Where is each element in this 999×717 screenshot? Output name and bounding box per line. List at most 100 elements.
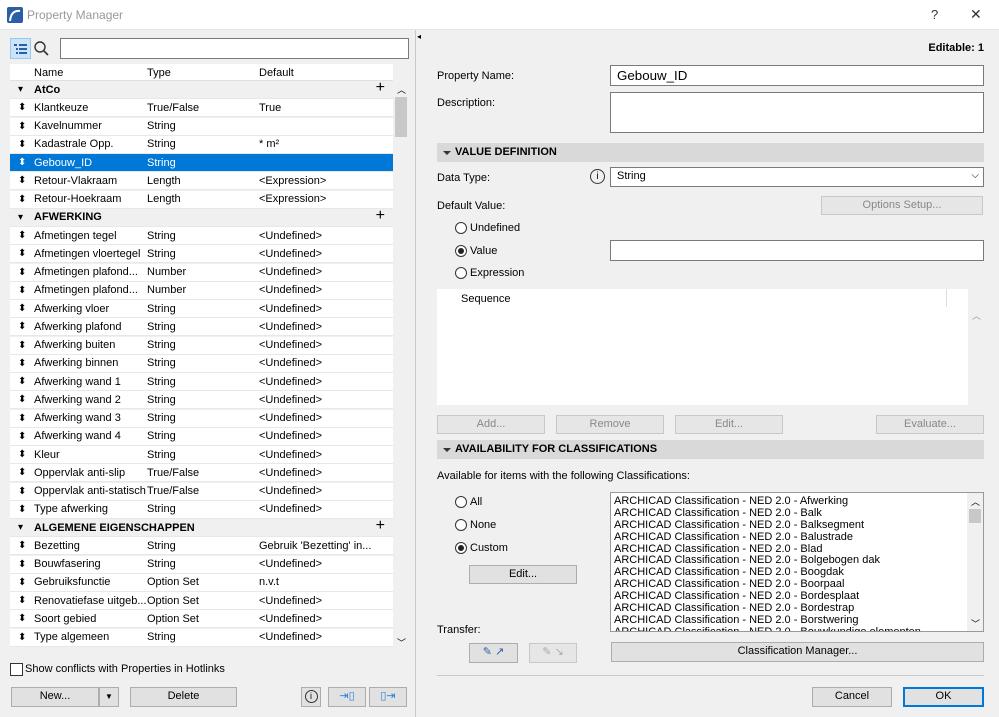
- import-button[interactable]: ⇥▯: [328, 687, 366, 707]
- drag-handle-icon[interactable]: ⬍: [18, 157, 30, 168]
- classification-manager-button[interactable]: Classification Manager...: [611, 642, 984, 662]
- property-row[interactable]: ⬍ Bouwfasering String <Undefined>: [10, 555, 393, 574]
- classification-item[interactable]: ARCHICAD Classification - NED 2.0 - Boog…: [614, 566, 921, 578]
- classification-item[interactable]: ARCHICAD Classification - NED 2.0 - Balk…: [614, 519, 921, 531]
- description-textarea[interactable]: [610, 92, 984, 133]
- property-row[interactable]: ⬍ Afwerking plafond String <Undefined>: [10, 318, 393, 337]
- scroll-thumb[interactable]: [969, 509, 981, 523]
- ok-button[interactable]: OK: [903, 687, 984, 707]
- sequence-scrollbar[interactable]: ︿: [968, 289, 984, 405]
- column-header-type[interactable]: Type: [147, 67, 171, 79]
- drag-handle-icon[interactable]: ⬍: [18, 175, 30, 186]
- property-row[interactable]: ⬍ Type algemeen String <Undefined>: [10, 628, 393, 647]
- property-row[interactable]: ⬍ Kleur String <Undefined>: [10, 446, 393, 464]
- edit-classifications-button[interactable]: Edit...: [469, 565, 577, 584]
- close-button[interactable]: ✕: [970, 6, 982, 23]
- panel-divider[interactable]: [415, 30, 416, 717]
- search-icon[interactable]: [33, 40, 49, 56]
- classification-item[interactable]: ARCHICAD Classification - NED 2.0 - Boor…: [614, 578, 921, 590]
- new-button[interactable]: New...: [11, 687, 99, 707]
- add-property-icon[interactable]: +: [376, 207, 385, 225]
- delete-button[interactable]: Delete: [130, 687, 237, 707]
- property-row[interactable]: ⬍ Retour-Hoekraam Length <Expression>: [10, 190, 393, 209]
- radio-custom[interactable]: Custom: [455, 542, 508, 554]
- property-row[interactable]: ⬍ Gebouw_ID String: [10, 154, 393, 172]
- list-scrollbar[interactable]: ︿ ﹀: [393, 81, 409, 650]
- drag-handle-icon[interactable]: ⬍: [18, 121, 30, 132]
- property-row[interactable]: ⬍ Afwerking buiten String <Undefined>: [10, 336, 393, 355]
- property-row[interactable]: ⬍ Type afwerking String <Undefined>: [10, 500, 393, 519]
- group-row[interactable]: ▾ AtCo +: [10, 79, 393, 99]
- column-header-default[interactable]: Default: [259, 67, 294, 79]
- classification-item[interactable]: ARCHICAD Classification - NED 2.0 - Bors…: [614, 614, 921, 626]
- drag-handle-icon[interactable]: ⬍: [18, 394, 30, 405]
- property-row[interactable]: ⬍ Afmetingen vloertegel String <Undefined>: [10, 245, 393, 264]
- collapse-triangle-icon[interactable]: ▾: [18, 84, 30, 95]
- drag-handle-icon[interactable]: ⬍: [18, 267, 30, 278]
- drag-handle-icon[interactable]: ⬍: [18, 376, 30, 387]
- property-row[interactable]: ⬍ Afmetingen plafond... Number <Undefined>: [10, 263, 393, 282]
- group-row[interactable]: ▾ AFWERKING +: [10, 207, 393, 227]
- drag-handle-icon[interactable]: ⬍: [18, 559, 30, 570]
- radio-all[interactable]: All: [455, 496, 482, 508]
- property-row[interactable]: ⬍ Afwerking binnen String <Undefined>: [10, 354, 393, 373]
- property-row[interactable]: ⬍ Afwerking wand 2 String <Undefined>: [10, 391, 393, 410]
- info-button[interactable]: i: [301, 687, 321, 707]
- drag-handle-icon[interactable]: ⬍: [18, 449, 30, 460]
- drag-handle-icon[interactable]: ⬍: [18, 632, 30, 643]
- drag-handle-icon[interactable]: ⬍: [18, 431, 30, 442]
- sequence-list[interactable]: Sequence ︿: [437, 289, 984, 405]
- property-row[interactable]: ⬍ Gebruiksfunctie Option Set n.v.t: [10, 573, 393, 592]
- property-name-input[interactable]: [610, 65, 984, 86]
- classifications-scrollbar[interactable]: ︿ ﹀: [967, 493, 983, 631]
- property-row[interactable]: ⬍ Oppervlak anti-statisch True/False <Undef…: [10, 482, 393, 501]
- drag-handle-icon[interactable]: ⬍: [18, 285, 30, 296]
- classification-item[interactable]: ARCHICAD Classification - NED 2.0 - Bouw…: [614, 626, 921, 631]
- info-icon[interactable]: i: [590, 169, 605, 184]
- show-conflicts-checkbox[interactable]: [10, 663, 23, 676]
- drag-handle-icon[interactable]: ⬍: [18, 340, 30, 351]
- property-row[interactable]: ⬍ Afwerking wand 4 String <Undefined>: [10, 427, 393, 446]
- property-row[interactable]: ⬍ Kadastrale Opp. String * m²: [10, 135, 393, 154]
- drag-handle-icon[interactable]: ⬍: [18, 613, 30, 624]
- search-input[interactable]: [60, 38, 409, 59]
- property-row[interactable]: ⬍ Afmetingen tegel String <Undefined>: [10, 227, 393, 245]
- classification-item[interactable]: ARCHICAD Classification - NED 2.0 - Bolg…: [614, 554, 921, 567]
- collapse-arrow-icon[interactable]: ◂: [417, 32, 421, 41]
- availability-section[interactable]: AVAILABILITY FOR CLASSIFICATIONS: [437, 440, 984, 459]
- add-button[interactable]: Add...: [437, 415, 545, 434]
- classification-item[interactable]: ARCHICAD Classification - NED 2.0 - Balu…: [614, 531, 921, 543]
- cancel-button[interactable]: Cancel: [812, 687, 892, 707]
- classification-item[interactable]: ARCHICAD Classification - NED 2.0 - Bord…: [614, 590, 921, 602]
- property-row[interactable]: ⬍ Kavelnummer String: [10, 117, 393, 136]
- group-row[interactable]: ▾ ALGEMENE EIGENSCHAPPEN +: [10, 517, 393, 537]
- transfer-inject-button[interactable]: ✎ ↘: [529, 643, 577, 663]
- drag-handle-icon[interactable]: ⬍: [18, 321, 30, 332]
- drag-handle-icon[interactable]: ⬍: [18, 102, 30, 113]
- evaluate-button[interactable]: Evaluate...: [876, 415, 984, 434]
- property-row[interactable]: ⬍ Afwerking wand 1 String <Undefined>: [10, 373, 393, 391]
- property-row[interactable]: ⬍ Klantkeuze True/False True: [10, 99, 393, 118]
- property-row[interactable]: ⬍ Soort gebied Option Set <Undefined>: [10, 610, 393, 629]
- help-button[interactable]: ?: [931, 7, 938, 22]
- data-type-select[interactable]: String ⌵: [610, 167, 984, 187]
- drag-handle-icon[interactable]: ⬍: [18, 486, 30, 497]
- column-header-name[interactable]: Name: [34, 67, 63, 79]
- scroll-up-icon[interactable]: ︿: [397, 83, 406, 96]
- classification-item[interactable]: ARCHICAD Classification - NED 2.0 - Bord…: [614, 602, 921, 614]
- drag-handle-icon[interactable]: ⬍: [18, 248, 30, 259]
- radio-undefined[interactable]: Undefined: [455, 222, 520, 234]
- transfer-pick-button[interactable]: ✎ ↗: [469, 643, 518, 663]
- property-row[interactable]: ⬍ Afwerking vloer String <Undefined>: [10, 300, 393, 318]
- property-row[interactable]: ⬍ Retour-Vlakraam Length <Expression>: [10, 172, 393, 191]
- drag-handle-icon[interactable]: ⬍: [18, 413, 30, 424]
- classification-item[interactable]: ARCHICAD Classification - NED 2.0 - Blad: [614, 543, 921, 555]
- drag-handle-icon[interactable]: ⬍: [18, 504, 30, 515]
- radio-none[interactable]: None: [455, 519, 496, 531]
- collapse-triangle-icon[interactable]: ▾: [18, 212, 30, 223]
- property-row[interactable]: ⬍ Afwerking wand 3 String <Undefined>: [10, 409, 393, 428]
- add-property-icon[interactable]: +: [376, 517, 385, 535]
- classification-item[interactable]: ARCHICAD Classification - NED 2.0 - Balk: [614, 507, 921, 519]
- drag-handle-icon[interactable]: ⬍: [18, 467, 30, 478]
- drag-handle-icon[interactable]: ⬍: [18, 303, 30, 314]
